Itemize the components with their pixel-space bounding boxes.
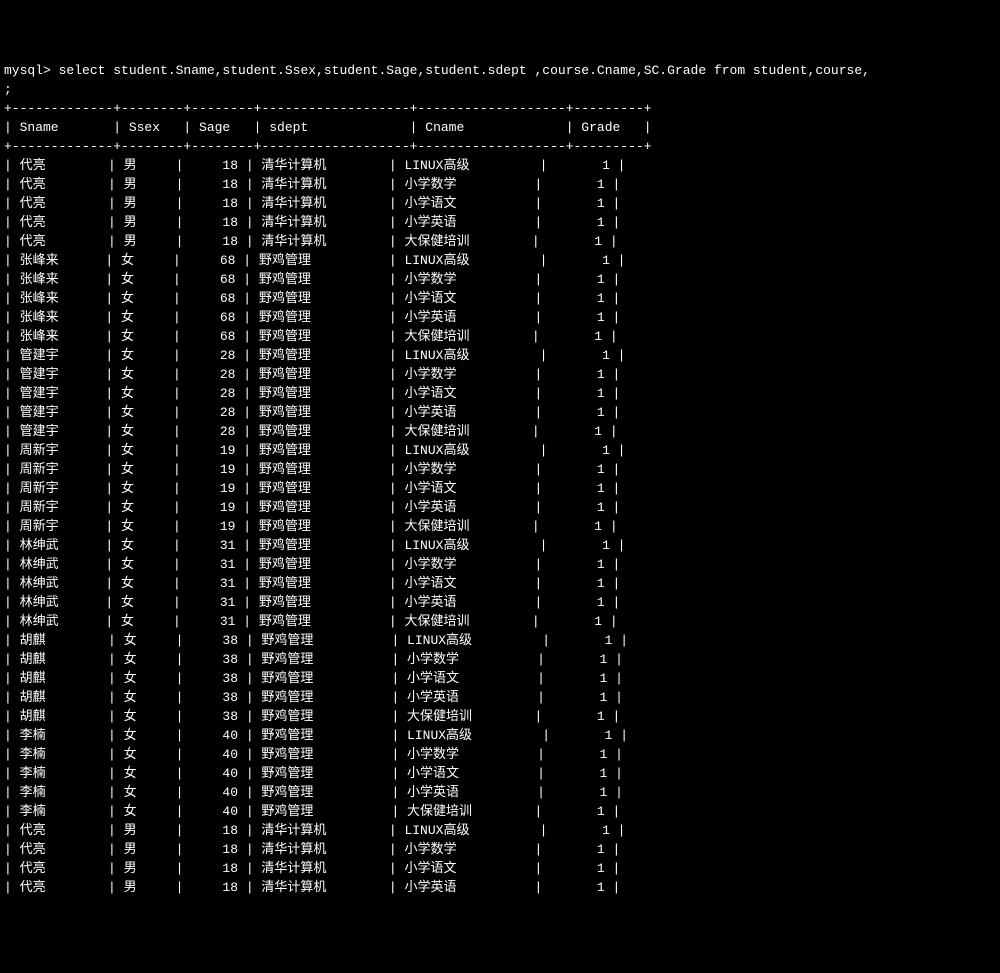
mysql-terminal[interactable]: mysql> select student.Sname,student.Ssex… (4, 61, 1000, 897)
